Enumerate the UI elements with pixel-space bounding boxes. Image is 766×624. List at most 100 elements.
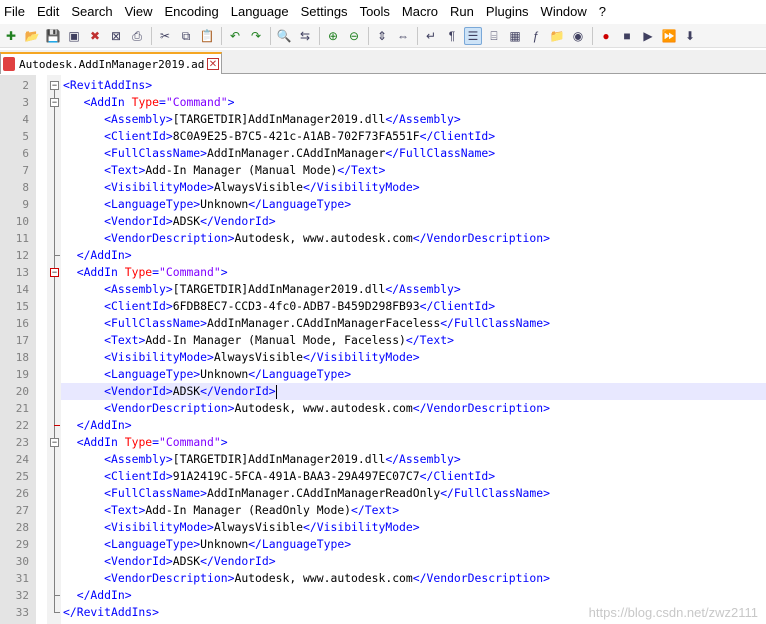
menu-help[interactable]: ? <box>595 0 614 24</box>
code-line[interactable]: 30 <VendorId>ADSK</VendorId> <box>0 553 766 570</box>
menu-macro[interactable]: Macro <box>398 0 446 24</box>
tab-active-file[interactable]: Autodesk.AddInManager2019.addin ✕ <box>0 52 222 74</box>
code-line[interactable]: 26 <FullClassName>AddInManager.CAddInMan… <box>0 485 766 502</box>
code-line[interactable]: 8 <VisibilityMode>AlwaysVisible</Visibil… <box>0 179 766 196</box>
code-line[interactable]: 6 <FullClassName>AddInManager.CAddInMana… <box>0 145 766 162</box>
stop-macro-icon[interactable]: ■ <box>618 27 636 45</box>
xml-attribute: Type <box>124 435 153 449</box>
editor-area[interactable]: 2− <RevitAddIns> 3− <AddIn Type="Command">… <box>0 75 766 624</box>
code-line[interactable]: 24 <Assembly>[TARGETDIR]AddInManager2019… <box>0 451 766 468</box>
zoom-out-icon[interactable]: ⊖ <box>345 27 363 45</box>
paste-icon[interactable]: 📋 <box>198 27 216 45</box>
code-line[interactable]: 4 <Assembly>[TARGETDIR]AddInManager2019.… <box>0 111 766 128</box>
code-line[interactable]: 7 <Text>Add-In Manager (Manual Mode)</Te… <box>0 162 766 179</box>
xml-attribute: Type <box>131 95 160 109</box>
save-icon[interactable]: 💾 <box>44 27 62 45</box>
code-line[interactable]: 27 <Text>Add-In Manager (ReadOnly Mode)<… <box>0 502 766 519</box>
menu-view[interactable]: View <box>121 0 161 24</box>
xml-tag: </FullClassName> <box>440 486 550 500</box>
code-line[interactable]: 9 <LanguageType>Unknown</LanguageType> <box>0 196 766 213</box>
indent-guide-icon[interactable]: ☰ <box>464 26 482 45</box>
print-icon[interactable]: ⎙ <box>128 27 146 45</box>
menu-run[interactable]: Run <box>446 0 482 24</box>
record-macro-icon[interactable]: ● <box>597 27 615 45</box>
menu-tools[interactable]: Tools <box>356 0 398 24</box>
xml-text: Autodesk, www.autodesk.com <box>234 401 413 415</box>
xml-tag: <VisibilityMode> <box>104 520 214 534</box>
line-number: 26 <box>15 487 29 500</box>
code-line[interactable]: 15 <ClientId>6FDB8EC7-CCD3-4fc0-ADB7-B45… <box>0 298 766 315</box>
code-line[interactable]: 28 <VisibilityMode>AlwaysVisible</Visibi… <box>0 519 766 536</box>
fold-toggle-icon[interactable]: − <box>50 268 59 277</box>
xml-tag: </RevitAddIns> <box>63 605 160 619</box>
code-line[interactable]: 5 <ClientId>8C0A9E25-B7C5-421c-A1AB-702F… <box>0 128 766 145</box>
code-line[interactable]: 14 <Assembly>[TARGETDIR]AddInManager2019… <box>0 281 766 298</box>
code-line[interactable]: 10 <VendorId>ADSK</VendorId> <box>0 213 766 230</box>
cut-icon[interactable]: ✂ <box>156 27 174 45</box>
function-list-icon[interactable]: ƒ <box>527 27 545 45</box>
run-macro-multiple-icon[interactable]: ⏩ <box>660 27 678 45</box>
folder-workspace-icon[interactable]: 📁 <box>548 27 566 45</box>
code-line[interactable]: 12 </AddIn> <box>0 247 766 264</box>
code-line[interactable]: 2 − <RevitAddIns> <box>0 77 766 94</box>
monitoring-icon[interactable]: ◉ <box>569 27 587 45</box>
doc-map-icon[interactable]: ▦ <box>506 27 524 45</box>
code-line[interactable]: 32 </AddIn> <box>0 587 766 604</box>
zoom-in-icon[interactable]: ⊕ <box>324 27 342 45</box>
code-text: <Text>Add-In Manager (ReadOnly Mode)</Te… <box>63 502 399 519</box>
code-line[interactable]: 13 − <AddIn Type="Command"> <box>0 264 766 281</box>
find-icon[interactable]: 🔍 <box>275 27 293 45</box>
xml-tag: <VendorDescription> <box>104 401 235 415</box>
code-line[interactable]: 19 <LanguageType>Unknown</LanguageType> <box>0 366 766 383</box>
menu-edit[interactable]: Edit <box>33 0 67 24</box>
new-file-icon[interactable]: ✚ <box>2 27 20 45</box>
user-language-icon[interactable]: ⌸ <box>485 27 503 45</box>
code-line[interactable]: 23 − <AddIn Type="Command"> <box>0 434 766 451</box>
replace-icon[interactable]: ⇆ <box>296 27 314 45</box>
code-line[interactable]: 20 <VendorId>ADSK</VendorId> <box>0 383 766 400</box>
word-wrap-icon[interactable]: ↵ <box>422 27 440 45</box>
tab-close-icon[interactable]: ✕ <box>207 58 219 70</box>
code-line[interactable]: 22 </AddIn> <box>0 417 766 434</box>
code-line[interactable]: 17 <Text>Add-In Manager (Manual Mode, Fa… <box>0 332 766 349</box>
copy-icon[interactable]: ⧉ <box>177 27 195 45</box>
save-macro-icon[interactable]: ⬇ <box>681 27 699 45</box>
code-line[interactable]: 25 <ClientId>91A2419C-5FCA-491A-BAA3-29A… <box>0 468 766 485</box>
toolbar-separator <box>417 26 418 45</box>
code-line[interactable]: 11 <VendorDescription>Autodesk, www.auto… <box>0 230 766 247</box>
menu-encoding[interactable]: Encoding <box>161 0 227 24</box>
code-line[interactable]: 16 <FullClassName>AddInManager.CAddInMan… <box>0 315 766 332</box>
close-icon[interactable]: ✖ <box>86 27 104 45</box>
open-file-icon[interactable]: 📂 <box>23 27 41 45</box>
code-line[interactable]: 21 <VendorDescription>Autodesk, www.auto… <box>0 400 766 417</box>
code-text: <AddIn Type="Command"> <box>63 94 235 111</box>
code-line[interactable]: 31 <VendorDescription>Autodesk, www.auto… <box>0 570 766 587</box>
save-all-icon[interactable]: ▣ <box>65 27 83 45</box>
show-all-chars-icon[interactable]: ¶ <box>443 27 461 45</box>
code-line[interactable]: 3 − <AddIn Type="Command"> <box>0 94 766 111</box>
menu-plugins[interactable]: Plugins <box>482 0 537 24</box>
line-number: 9 <box>22 198 29 211</box>
fold-toggle-icon[interactable]: − <box>50 438 59 447</box>
redo-icon[interactable]: ↷ <box>247 27 265 45</box>
fold-toggle-icon[interactable]: − <box>50 98 59 107</box>
code-line[interactable]: 29 <LanguageType>Unknown</LanguageType> <box>0 536 766 553</box>
sync-vertical-icon[interactable]: ⇕ <box>373 27 391 45</box>
line-number: 16 <box>15 317 29 330</box>
menu-language[interactable]: Language <box>227 0 297 24</box>
sync-horizontal-icon[interactable]: ⇔ <box>394 27 412 45</box>
play-macro-icon[interactable]: ▶ <box>639 27 657 45</box>
menu-search[interactable]: Search <box>67 0 120 24</box>
fold-toggle-icon[interactable]: − <box>50 81 59 90</box>
menu-file[interactable]: File <box>0 0 33 24</box>
menu-window[interactable]: Window <box>537 0 595 24</box>
undo-icon[interactable]: ↶ <box>226 27 244 45</box>
menu-settings[interactable]: Settings <box>297 0 356 24</box>
xml-tag: </AddIn> <box>76 248 132 262</box>
close-all-icon[interactable]: ⊠ <box>107 27 125 45</box>
code-line[interactable]: 18 <VisibilityMode>AlwaysVisible</Visibi… <box>0 349 766 366</box>
